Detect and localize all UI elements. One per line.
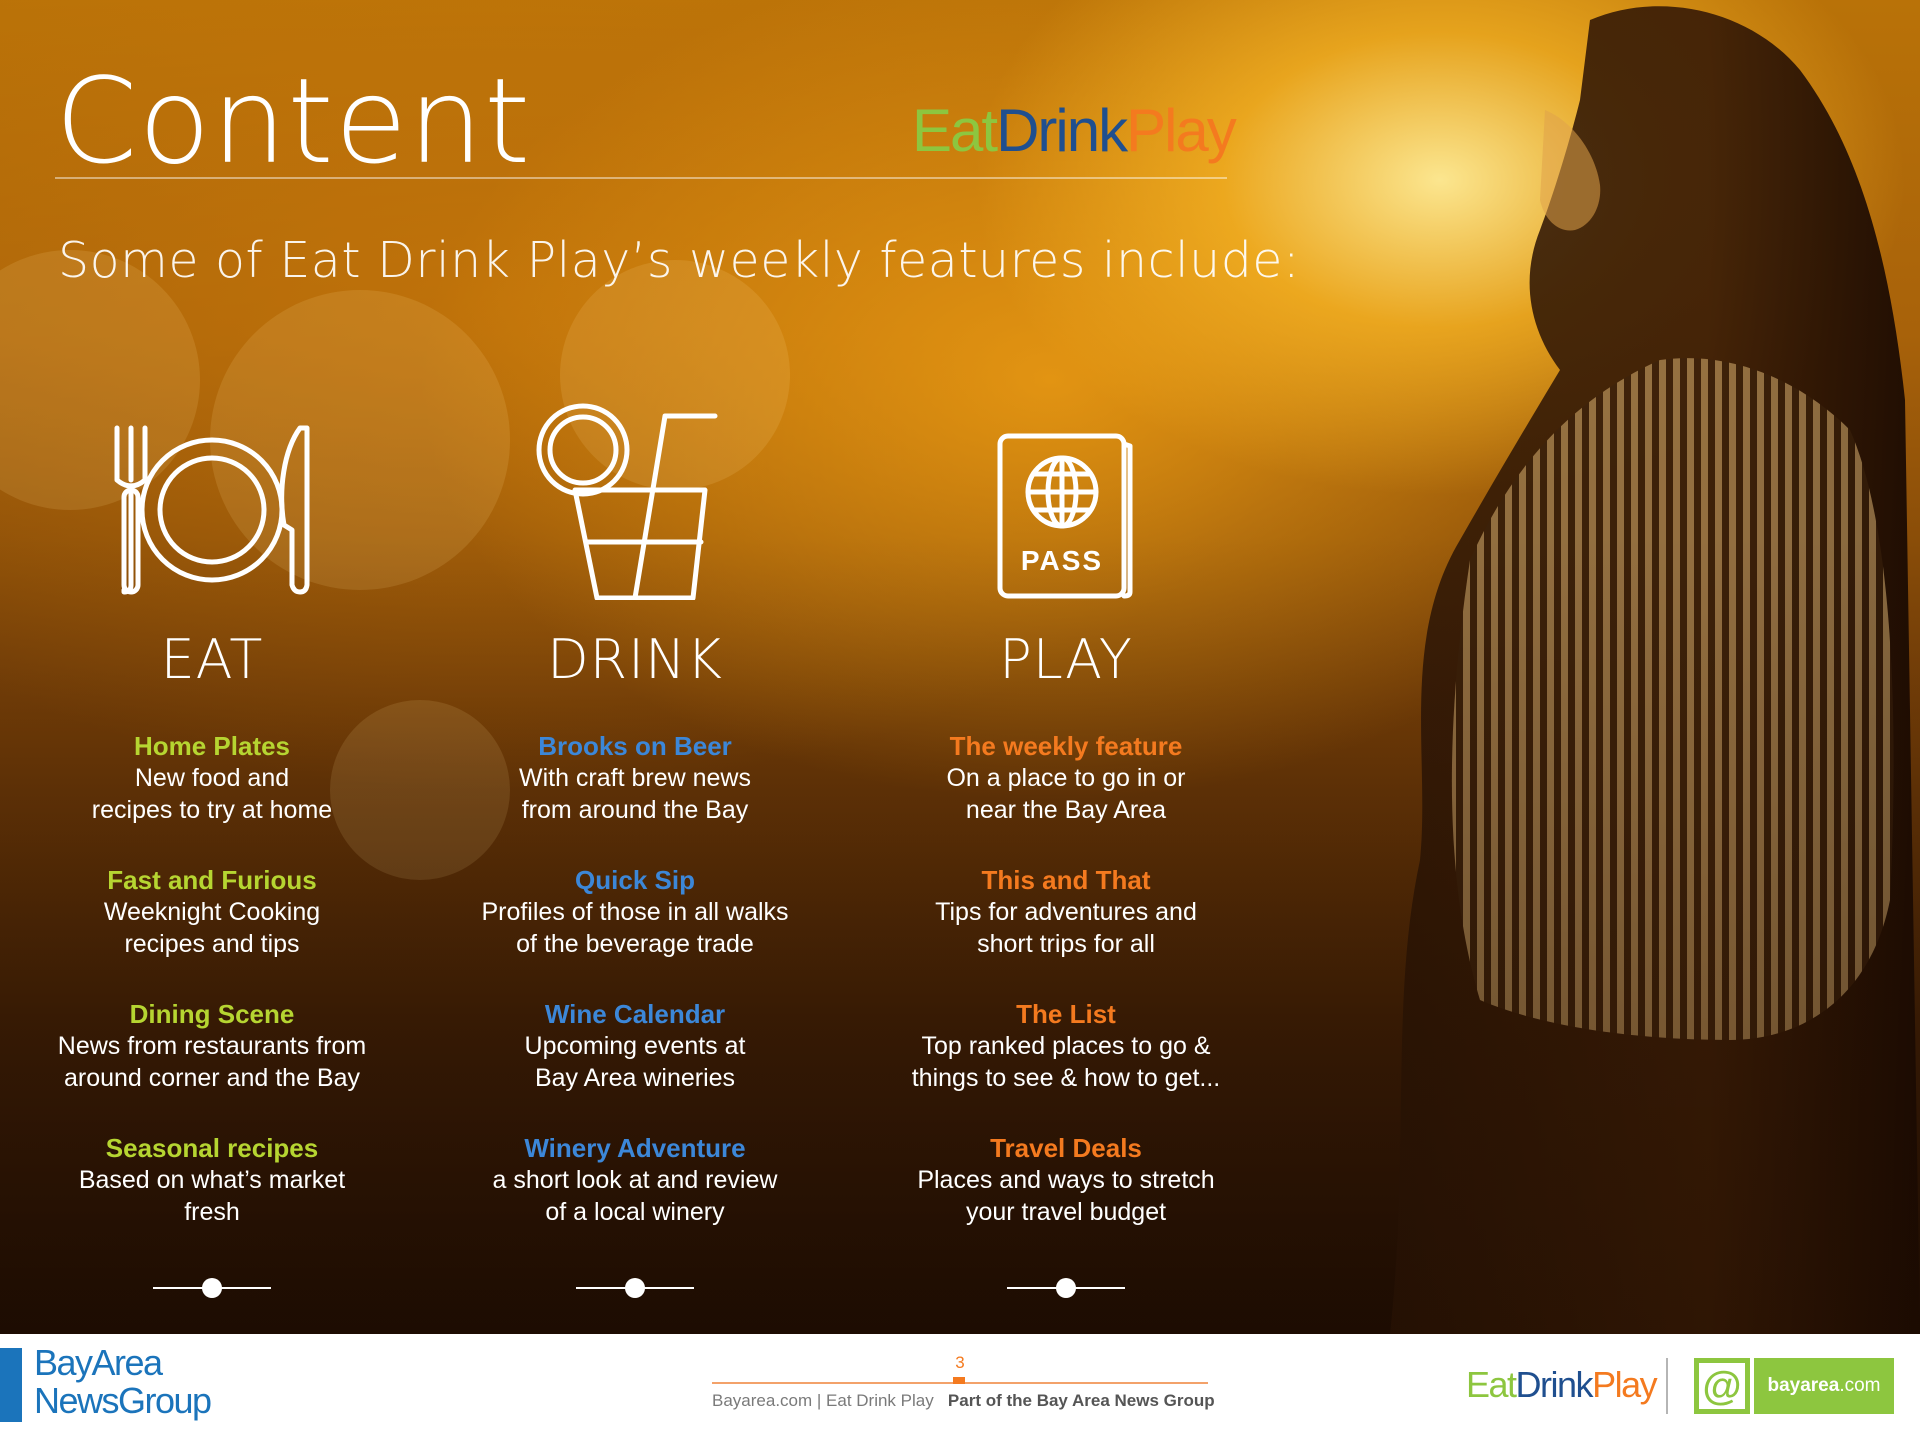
feature-desc: New food and	[134, 764, 290, 792]
at-sign-icon: @	[1694, 1358, 1750, 1414]
feature-name: Winery Adventure	[524, 1133, 746, 1163]
bayarea-name: bayarea	[1767, 1375, 1840, 1396]
column-eat: EAT Home Plates New food and recipes to …	[2, 380, 422, 1305]
feature-desc: from around the Bay	[521, 796, 749, 824]
feature-name: Fast and Furious	[107, 865, 317, 895]
feature-desc: News from restaurants from	[57, 1032, 367, 1060]
feature-desc: around corner and the Bay	[63, 1064, 361, 1092]
feature-desc: your travel budget	[965, 1198, 1167, 1226]
feature-desc: Tips for adventures and	[935, 898, 1197, 926]
feature-desc: Profiles of those in all walks	[481, 898, 789, 926]
feature-item: Home Plates New food and recipes to try …	[2, 730, 422, 864]
footer-accent-bar	[0, 1348, 22, 1422]
feature-name: This and That	[981, 865, 1151, 895]
feature-desc: recipes and tips	[124, 930, 300, 958]
feature-name: Quick Sip	[575, 865, 695, 895]
passport-label: PASS	[1021, 545, 1103, 576]
publisher-line-2: NewsGroup	[34, 1380, 212, 1421]
feature-item: Wine Calendar Upcoming events at Bay Are…	[425, 998, 845, 1132]
feature-name: Seasonal recipes	[105, 1133, 319, 1163]
feature-desc: of the beverage trade	[516, 930, 754, 958]
feature-desc: a short look at and review	[492, 1166, 778, 1194]
feature-item: Quick Sip Profiles of those in all walks…	[425, 864, 845, 998]
footer-brand-eat: Eat	[1466, 1364, 1517, 1405]
feature-desc: of a local winery	[545, 1198, 725, 1226]
feature-item: Brooks on Beer With craft brew news from…	[425, 730, 845, 864]
feature-item: Winery Adventure a short look at and rev…	[425, 1132, 845, 1266]
feature-name: The weekly feature	[949, 731, 1183, 761]
footer-brand-play: Play	[1592, 1364, 1658, 1405]
publisher-line-1: BayArea	[34, 1342, 163, 1383]
footer-brand-drink: Drink	[1515, 1364, 1594, 1405]
brand-eat: Eat	[912, 97, 998, 164]
feature-item: Fast and Furious Weeknight Cooking recip…	[2, 864, 422, 998]
footer-separator	[1666, 1358, 1668, 1414]
brand-play: Play	[1126, 97, 1237, 164]
footer-eat-drink-play-logo: EatDrinkPlay	[1466, 1364, 1658, 1406]
bayarea-wordmark: bayarea .com	[1754, 1358, 1894, 1414]
footer-caption: Bayarea.com | Eat Drink Play Part of the…	[712, 1391, 1215, 1411]
column-heading-eat: EAT	[160, 628, 264, 691]
dot-divider-icon	[153, 1278, 271, 1298]
feature-desc: On a place to go in or	[946, 764, 1186, 792]
column-play: PASS PLAY The weekly feature On a place …	[856, 380, 1276, 1305]
title-rule	[55, 177, 1227, 179]
feature-item: Dining Scene News from restaurants from …	[2, 998, 422, 1132]
dot-divider-icon	[576, 1278, 694, 1298]
bay-area-news-group-logo: BayArea NewsGroup	[34, 1342, 212, 1421]
footer-group-text: Part of the Bay Area News Group	[947, 1391, 1215, 1410]
feature-item: Seasonal recipes Based on what’s market …	[2, 1132, 422, 1266]
feature-item: This and That Tips for adventures and sh…	[856, 864, 1276, 998]
feature-desc: short trips for all	[977, 930, 1155, 958]
feature-desc: recipes to try at home	[91, 796, 333, 824]
page-subtitle: Some of Eat Drink Play’s weekly features…	[58, 232, 1300, 289]
feature-item: Travel Deals Places and ways to stretch …	[856, 1132, 1276, 1266]
feature-desc: near the Bay Area	[965, 796, 1167, 824]
dot-divider-icon	[1007, 1278, 1125, 1298]
plate-fork-knife-icon	[114, 425, 310, 595]
feature-name: Home Plates	[133, 731, 291, 761]
page-title: Content	[55, 52, 532, 190]
feature-desc: Upcoming events at	[524, 1032, 746, 1060]
feature-desc: Places and ways to stretch	[917, 1166, 1215, 1194]
feature-desc: Top ranked places to go &	[921, 1032, 1211, 1060]
column-heading-drink: DRINK	[547, 628, 723, 691]
feature-desc: With craft brew news	[518, 764, 751, 792]
feature-item: The weekly feature On a place to go in o…	[856, 730, 1276, 864]
column-drink: DRINK Brooks on Beer With craft brew new…	[425, 380, 845, 1305]
column-heading-play: PLAY	[999, 628, 1133, 691]
feature-name: The List	[1016, 999, 1116, 1029]
at-sign: @	[1699, 1363, 1745, 1409]
feature-desc: things to see & how to get...	[911, 1064, 1221, 1092]
footer: BayArea NewsGroup 3 Bayarea.com | Eat Dr…	[0, 1334, 1920, 1433]
bayarea-com-logo: @ bayarea .com	[1694, 1358, 1894, 1414]
feature-name: Wine Calendar	[544, 999, 726, 1029]
drink-glass-icon	[536, 403, 718, 600]
eat-drink-play-logo: EatDrinkPlay	[912, 96, 1237, 165]
feature-desc: fresh	[184, 1198, 240, 1226]
feature-desc: Bay Area wineries	[534, 1064, 736, 1092]
passport-icon: PASS	[997, 433, 1133, 599]
feature-name: Dining Scene	[129, 999, 295, 1029]
page-number: 3	[955, 1353, 965, 1372]
feature-item: The List Top ranked places to go & thing…	[856, 998, 1276, 1132]
page-marker	[953, 1377, 965, 1384]
bayarea-domain: .com	[1839, 1375, 1881, 1396]
feature-desc: Based on what’s market	[78, 1166, 346, 1194]
feature-name: Brooks on Beer	[538, 731, 732, 761]
feature-name: Travel Deals	[990, 1133, 1142, 1163]
brand-drink: Drink	[996, 97, 1128, 164]
footer-site-text: Bayarea.com | Eat Drink Play	[712, 1391, 934, 1410]
feature-desc: Weeknight Cooking	[103, 898, 321, 926]
